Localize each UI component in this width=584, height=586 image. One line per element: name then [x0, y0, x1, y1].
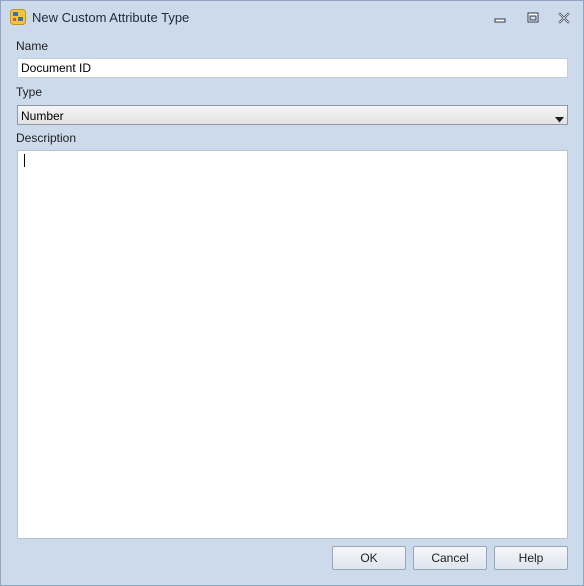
- name-label: Name: [16, 39, 49, 53]
- maximize-button[interactable]: [523, 9, 543, 27]
- minimize-button[interactable]: [490, 9, 510, 27]
- type-selected-value: Number: [21, 109, 64, 123]
- close-button[interactable]: [554, 9, 574, 27]
- minimize-icon: [494, 18, 506, 23]
- dialog-window: New Custom Attribute Type Name Type Numb…: [0, 0, 584, 586]
- text-caret: [24, 154, 25, 167]
- title-bar[interactable]: New Custom Attribute Type: [1, 1, 583, 33]
- close-icon: [558, 12, 570, 24]
- name-field[interactable]: [17, 58, 568, 78]
- cancel-button[interactable]: Cancel: [413, 546, 487, 570]
- type-dropdown[interactable]: Number: [17, 105, 568, 125]
- ok-button[interactable]: OK: [332, 546, 406, 570]
- help-button[interactable]: Help: [494, 546, 568, 570]
- maximize-icon: [527, 12, 539, 23]
- description-label: Description: [16, 131, 77, 145]
- chevron-down-icon[interactable]: [555, 112, 564, 123]
- description-textarea[interactable]: [17, 150, 568, 539]
- type-label: Type: [16, 85, 43, 99]
- app-icon: [10, 9, 26, 25]
- window-title: New Custom Attribute Type: [32, 10, 190, 25]
